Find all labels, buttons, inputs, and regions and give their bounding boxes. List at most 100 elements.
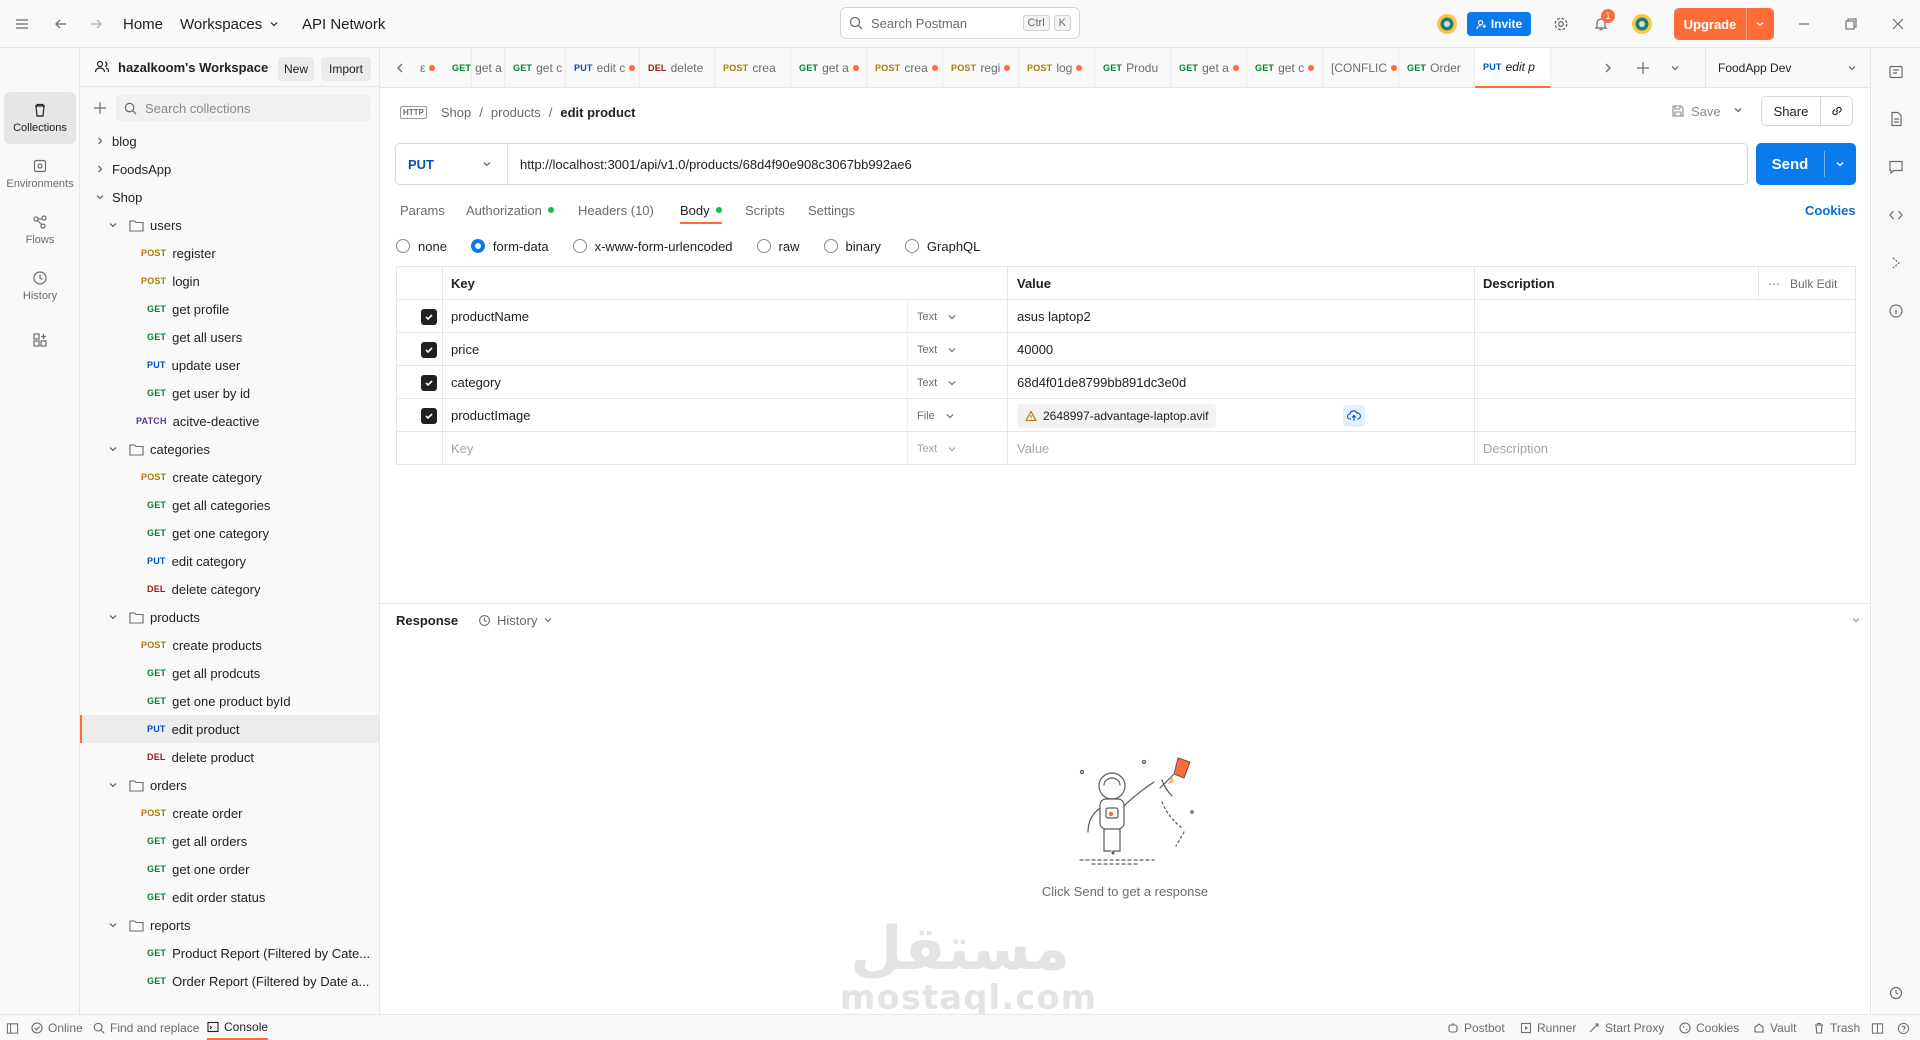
code-snippet-icon[interactable] bbox=[1888, 207, 1904, 223]
request-tab[interactable]: PUT edit c bbox=[566, 48, 640, 88]
new-button[interactable]: New bbox=[278, 57, 314, 81]
tabs-scroll-right-icon[interactable] bbox=[1602, 61, 1614, 75]
comments-icon[interactable] bbox=[1888, 159, 1904, 175]
home-link[interactable]: Home bbox=[123, 0, 163, 48]
collapse-response-chevron-icon[interactable] bbox=[1850, 614, 1862, 626]
team-avatar-icon[interactable] bbox=[1436, 0, 1458, 48]
request-name[interactable]: edit product bbox=[560, 105, 635, 120]
layout-toggle-icon[interactable] bbox=[1871, 1015, 1884, 1040]
method-select[interactable]: PUT bbox=[396, 144, 508, 184]
request-product-report[interactable]: GET Product Report (Filtered by Cate... bbox=[80, 939, 379, 967]
collection-blog[interactable]: blog bbox=[80, 127, 379, 155]
cloud-upload-icon[interactable] bbox=[1343, 399, 1365, 432]
row-checkbox[interactable] bbox=[421, 333, 437, 366]
request-tab[interactable]: GET Produ bbox=[1095, 48, 1171, 88]
request-tab[interactable]: GET get c bbox=[505, 48, 566, 88]
upgrade-button[interactable]: Upgrade bbox=[1674, 8, 1774, 40]
trash-button[interactable]: Trash bbox=[1813, 1015, 1860, 1040]
tab-settings[interactable]: Settings bbox=[808, 198, 855, 222]
settings-gear-icon[interactable] bbox=[1553, 0, 1569, 48]
folder-products[interactable]: products bbox=[80, 603, 379, 631]
forward-arrow-icon[interactable] bbox=[88, 0, 104, 48]
request-edit-order-status[interactable]: GET edit order status bbox=[80, 883, 379, 911]
online-status[interactable]: Online bbox=[31, 1015, 83, 1040]
request-register[interactable]: POST register bbox=[80, 239, 379, 267]
bulk-edit-button[interactable]: ⋯ Bulk Edit bbox=[1768, 267, 1837, 300]
api-network-link[interactable]: API Network bbox=[302, 0, 385, 48]
environment-selector[interactable]: FoodApp Dev bbox=[1705, 48, 1870, 88]
rail-collections[interactable]: Collections bbox=[4, 92, 76, 144]
workspaces-menu[interactable]: Workspaces bbox=[180, 0, 280, 48]
breadcrumb-shop[interactable]: Shop bbox=[441, 105, 471, 120]
radio-none[interactable]: none bbox=[396, 239, 447, 254]
request-tab[interactable]: GET get a bbox=[444, 48, 505, 88]
request-tab[interactable]: DEL delete bbox=[640, 48, 715, 88]
find-replace-button[interactable]: Find and replace bbox=[93, 1015, 199, 1040]
workspace-header[interactable]: hazalkoom's Workspace bbox=[94, 48, 268, 86]
rail-history[interactable]: History bbox=[4, 260, 76, 312]
save-button[interactable]: Save bbox=[1671, 99, 1721, 123]
response-divider[interactable] bbox=[380, 603, 1870, 604]
invite-button[interactable]: Invite bbox=[1467, 12, 1531, 36]
request-edit-category[interactable]: PUT edit category bbox=[80, 547, 379, 575]
related-collections-icon[interactable] bbox=[1888, 255, 1904, 271]
new-description-input[interactable]: Description bbox=[1483, 432, 1548, 465]
restore-window-icon[interactable] bbox=[1844, 0, 1858, 48]
new-key-input[interactable]: Key bbox=[451, 432, 473, 465]
folder-users[interactable]: users bbox=[80, 211, 379, 239]
radio-raw[interactable]: raw bbox=[756, 239, 800, 254]
request-get-all-orders[interactable]: GET get all orders bbox=[80, 827, 379, 855]
request-create-category[interactable]: POST create category bbox=[80, 463, 379, 491]
cookies-link[interactable]: Cookies bbox=[1805, 198, 1856, 222]
radio-form-data[interactable]: form-data bbox=[470, 239, 549, 254]
row-value[interactable]: 40000 bbox=[1017, 333, 1053, 366]
documentation-icon[interactable] bbox=[1888, 111, 1904, 127]
notifications-bell-icon[interactable]: 1 bbox=[1593, 0, 1615, 48]
request-tab-active[interactable]: PUT edit p bbox=[1475, 48, 1551, 88]
request-get-all-users[interactable]: GET get all users bbox=[80, 323, 379, 351]
request-create-products[interactable]: POST create products bbox=[80, 631, 379, 659]
radio-graphql[interactable]: GraphQL bbox=[904, 239, 980, 254]
request-tab[interactable]: POST log bbox=[1019, 48, 1095, 88]
save-options-chevron-icon[interactable] bbox=[1732, 104, 1744, 116]
vault-button[interactable]: Vault bbox=[1753, 1015, 1796, 1040]
tab-headers[interactable]: Headers (10) bbox=[578, 198, 654, 222]
request-get-all-categories[interactable]: GET get all categories bbox=[80, 491, 379, 519]
rail-environments[interactable]: Environments bbox=[4, 148, 76, 200]
send-options-chevron-icon[interactable] bbox=[1834, 158, 1846, 170]
radio-urlencoded[interactable]: x-www-form-urlencoded bbox=[572, 239, 733, 254]
folder-categories[interactable]: categories bbox=[80, 435, 379, 463]
request-tab[interactable]: POST regi bbox=[943, 48, 1019, 88]
tabs-overflow-chevron-icon[interactable] bbox=[1669, 62, 1681, 74]
row-key[interactable]: productImage bbox=[451, 399, 531, 432]
start-proxy-button[interactable]: Start Proxy bbox=[1588, 1015, 1664, 1040]
folder-orders[interactable]: orders bbox=[80, 771, 379, 799]
rail-add-workbench[interactable] bbox=[4, 320, 76, 360]
tab-authorization[interactable]: Authorization bbox=[466, 198, 554, 222]
close-window-icon[interactable] bbox=[1891, 0, 1905, 48]
request-edit-product[interactable]: PUT edit product bbox=[80, 715, 379, 743]
rail-flows[interactable]: Flows bbox=[4, 204, 76, 256]
request-login[interactable]: POST login bbox=[80, 267, 379, 295]
row-checkbox[interactable] bbox=[421, 366, 437, 399]
request-tab[interactable]: [CONFLIC bbox=[1323, 48, 1399, 88]
tab-body[interactable]: Body bbox=[680, 198, 722, 224]
row-key[interactable]: price bbox=[451, 333, 479, 366]
row-type-select[interactable]: Text bbox=[917, 333, 957, 366]
tabs-scroll-left-icon[interactable] bbox=[394, 61, 406, 75]
new-type-select[interactable]: Text bbox=[917, 432, 957, 465]
menu-icon[interactable] bbox=[14, 0, 30, 48]
cookies-status-button[interactable]: Cookies bbox=[1679, 1015, 1739, 1040]
tab-params[interactable]: Params bbox=[400, 198, 445, 222]
request-tab[interactable]: GET get c bbox=[1247, 48, 1323, 88]
global-search[interactable]: Search Postman Ctrl K bbox=[840, 7, 1080, 39]
row-type-select[interactable]: Text bbox=[917, 366, 957, 399]
user-avatar-icon[interactable] bbox=[1631, 0, 1653, 48]
request-order-report[interactable]: GET Order Report (Filtered by Date a... bbox=[80, 967, 379, 995]
request-tab[interactable]: GET get a bbox=[791, 48, 867, 88]
add-collection-plus-icon[interactable] bbox=[92, 100, 108, 116]
breadcrumb-products[interactable]: products bbox=[491, 105, 541, 120]
info-icon[interactable] bbox=[1888, 303, 1904, 319]
runner-button[interactable]: Runner bbox=[1520, 1015, 1576, 1040]
back-arrow-icon[interactable] bbox=[53, 0, 69, 48]
